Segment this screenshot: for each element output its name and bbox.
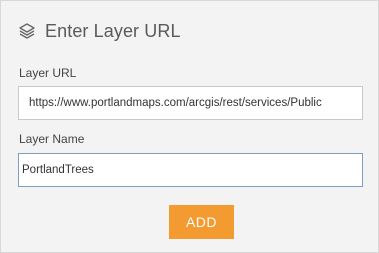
layer-url-input[interactable] [18, 86, 363, 120]
layers-icon [17, 21, 37, 41]
add-button[interactable]: ADD [169, 205, 234, 239]
layer-name-input[interactable] [18, 153, 363, 187]
panel-title: Enter Layer URL [45, 20, 181, 41]
add-layer-panel: Enter Layer URL Layer URL Layer Name ADD [0, 0, 379, 253]
layer-url-label: Layer URL [19, 66, 77, 80]
panel-header: Enter Layer URL [17, 17, 181, 45]
layer-name-label: Layer Name [19, 132, 85, 146]
